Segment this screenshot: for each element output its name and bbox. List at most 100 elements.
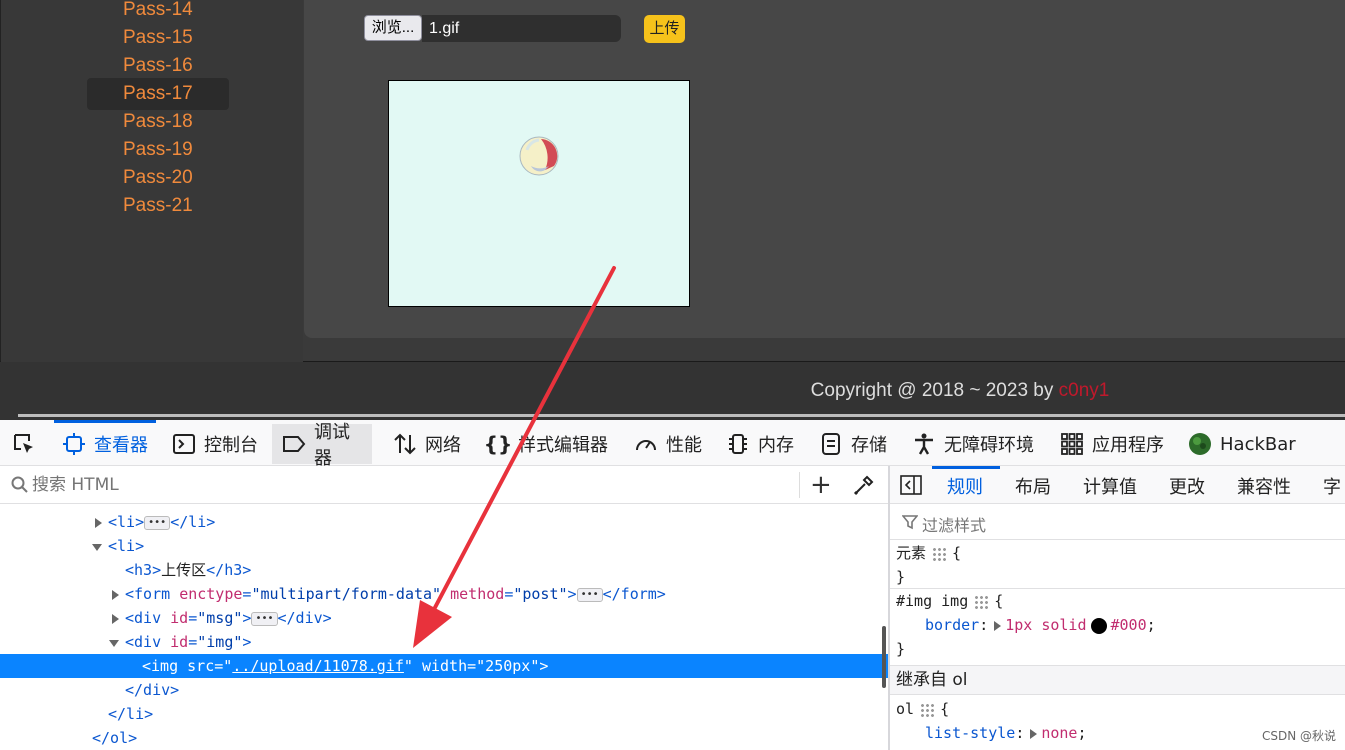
tab-performance[interactable]: 性能 [634, 424, 702, 464]
expand-shorthand-icon[interactable] [1030, 728, 1038, 739]
memory-icon [726, 432, 750, 456]
rule-img-close: } [896, 640, 906, 658]
web-page: Pass-14 Pass-15 Pass-16 Pass-17 Pass-18 … [0, 0, 1345, 420]
filter-styles-input[interactable]: 过滤样式 [922, 512, 986, 536]
sidebar-item-pass-21[interactable]: Pass-21 [87, 190, 229, 222]
color-swatch[interactable] [1090, 617, 1107, 634]
inherited-from-ol-header: 继承自 ol [890, 665, 1345, 695]
expand-shorthand-icon[interactable] [994, 620, 1002, 631]
markup-view: + <li>•••</li> <li> <h3>上传区</h3> <form e… [0, 466, 888, 750]
tab-inspector-label: 查看器 [94, 435, 148, 456]
filter-icon [902, 515, 918, 530]
collapsed-content-badge[interactable]: ••• [144, 515, 171, 530]
page-scrollbar[interactable] [18, 414, 1345, 417]
tab-console[interactable]: 控制台 [172, 424, 258, 464]
markup-node-li-close[interactable]: </li> [0, 702, 888, 726]
rules-sidebar: 规则 布局 计算值 更改 兼容性 字 过滤样式 元素{ } #img img{ … [890, 466, 1345, 750]
tab-style-editor[interactable]: {} 样式编辑器 [483, 424, 608, 464]
tab-console-label: 控制台 [204, 435, 258, 456]
browse-button[interactable]: 浏览... [364, 15, 422, 41]
grip-icon[interactable] [932, 546, 947, 561]
tab-accessibility[interactable]: 无障碍环境 [912, 424, 1034, 464]
tab-memory-label: 内存 [758, 435, 794, 456]
markup-node-img-selected[interactable]: <img src="../upload/11078.gif" width="25… [0, 654, 888, 678]
footer-copyright: Copyright @ 2018 ~ 2023 by c0ny1 [810, 380, 1110, 401]
markup-node-li-open[interactable]: <li> [0, 534, 888, 558]
tab-application-label: 应用程序 [1092, 435, 1164, 456]
tab-storage-label: 存储 [851, 435, 887, 456]
element-picker-button[interactable] [12, 424, 44, 464]
tab-debugger[interactable]: 调试器 [272, 422, 372, 469]
markup-node-ol-close[interactable]: </ol> [0, 726, 888, 750]
markup-node-div-close[interactable]: </div> [0, 678, 888, 702]
performance-icon [634, 432, 658, 456]
tab-fonts[interactable]: 字 [1323, 473, 1341, 499]
grip-icon[interactable] [974, 594, 989, 609]
upload-button[interactable]: 上传 [644, 15, 685, 43]
tab-rules[interactable]: 规则 [947, 473, 983, 499]
collapse-toggle-icon[interactable] [109, 640, 119, 647]
add-node-button[interactable]: + [810, 472, 832, 498]
network-icon [393, 432, 417, 456]
rule-list-style-declaration[interactable]: list-style: none; [925, 721, 1087, 745]
beach-ball-image [519, 136, 559, 176]
tab-compatibility[interactable]: 兼容性 [1237, 473, 1291, 499]
html-search-bar: + [0, 466, 888, 504]
csdn-watermark: CSDN @秋说 [1262, 729, 1337, 743]
search-divider [799, 472, 800, 498]
console-icon [172, 432, 196, 456]
collapsed-content-badge[interactable]: ••• [251, 611, 278, 626]
element-picker-icon [12, 432, 36, 456]
img-src-link[interactable]: ../upload/11078.gif [232, 657, 404, 675]
markup-node-div-img[interactable]: <div id="img"> [0, 630, 888, 654]
markup-node-li-collapsed[interactable]: <li> ••• </li> [0, 510, 888, 534]
expand-toggle-icon[interactable] [112, 614, 119, 624]
application-icon [1060, 432, 1084, 456]
debugger-icon [282, 432, 306, 456]
expand-toggle-icon[interactable] [95, 518, 102, 528]
level-sidebar: Pass-14 Pass-15 Pass-16 Pass-17 Pass-18 … [1, 0, 303, 362]
toggle-sidebar-icon[interactable] [900, 475, 922, 495]
tab-debugger-label: 调试器 [314, 422, 350, 469]
file-name-field[interactable]: 1.gif [422, 15, 621, 42]
tab-hackbar[interactable]: HackBar [1188, 424, 1296, 464]
tab-memory[interactable]: 内存 [726, 424, 794, 464]
tab-hackbar-label: HackBar [1220, 433, 1296, 455]
collapse-toggle-icon[interactable] [92, 544, 102, 551]
eyedropper-icon[interactable] [853, 474, 875, 496]
tab-network-label: 网络 [425, 435, 461, 456]
expand-toggle-icon[interactable] [112, 590, 119, 600]
hackbar-icon [1188, 432, 1212, 456]
devtools-toolbar: 查看器 控制台 调试器 网络 {} 样式编辑器 性能 内存 存储 无障碍环境 应… [0, 420, 1345, 469]
markup-node-div-msg[interactable]: <div id="msg"> ••• </div> [0, 606, 888, 630]
tab-computed[interactable]: 计算值 [1083, 473, 1137, 499]
grip-icon[interactable] [920, 702, 935, 717]
tab-changes[interactable]: 更改 [1169, 473, 1205, 499]
rule-ol-selector: ol{ [896, 700, 950, 718]
rule-img-selector: #img img{ [896, 592, 1004, 610]
tab-network[interactable]: 网络 [393, 424, 461, 464]
rule-border-declaration[interactable]: border: 1px solid #000; [925, 613, 1156, 637]
page-body: Pass-14 Pass-15 Pass-16 Pass-17 Pass-18 … [0, 0, 1345, 362]
tab-application[interactable]: 应用程序 [1060, 424, 1164, 464]
rule-element-close: } [896, 568, 906, 586]
tab-layout[interactable]: 布局 [1015, 473, 1051, 499]
uploaded-image-preview [388, 80, 690, 307]
tab-inspector[interactable]: 查看器 [54, 420, 156, 464]
markup-node-form[interactable]: <form enctype="multipart/form-data" meth… [0, 582, 888, 606]
tab-performance-label: 性能 [666, 435, 702, 456]
rules-tab-indicator [932, 466, 1000, 469]
collapsed-content-badge[interactable]: ••• [576, 587, 603, 602]
footer-author[interactable]: c0ny1 [1059, 380, 1110, 401]
tab-storage[interactable]: 存储 [819, 424, 887, 464]
html-search-input[interactable] [32, 474, 772, 496]
search-icon [11, 476, 28, 493]
tab-accessibility-label: 无障碍环境 [944, 435, 1034, 456]
rule-element-selector: 元素{ [896, 544, 962, 562]
style-editor-icon: {} [483, 432, 513, 456]
markup-node-h3[interactable]: <h3>上传区</h3> [0, 558, 888, 582]
filter-styles-bar: 过滤样式 [890, 504, 1345, 540]
rules-tabs: 规则 布局 计算值 更改 兼容性 字 [890, 466, 1345, 504]
inspector-icon [62, 432, 86, 456]
markup-scrollbar[interactable] [882, 626, 886, 688]
